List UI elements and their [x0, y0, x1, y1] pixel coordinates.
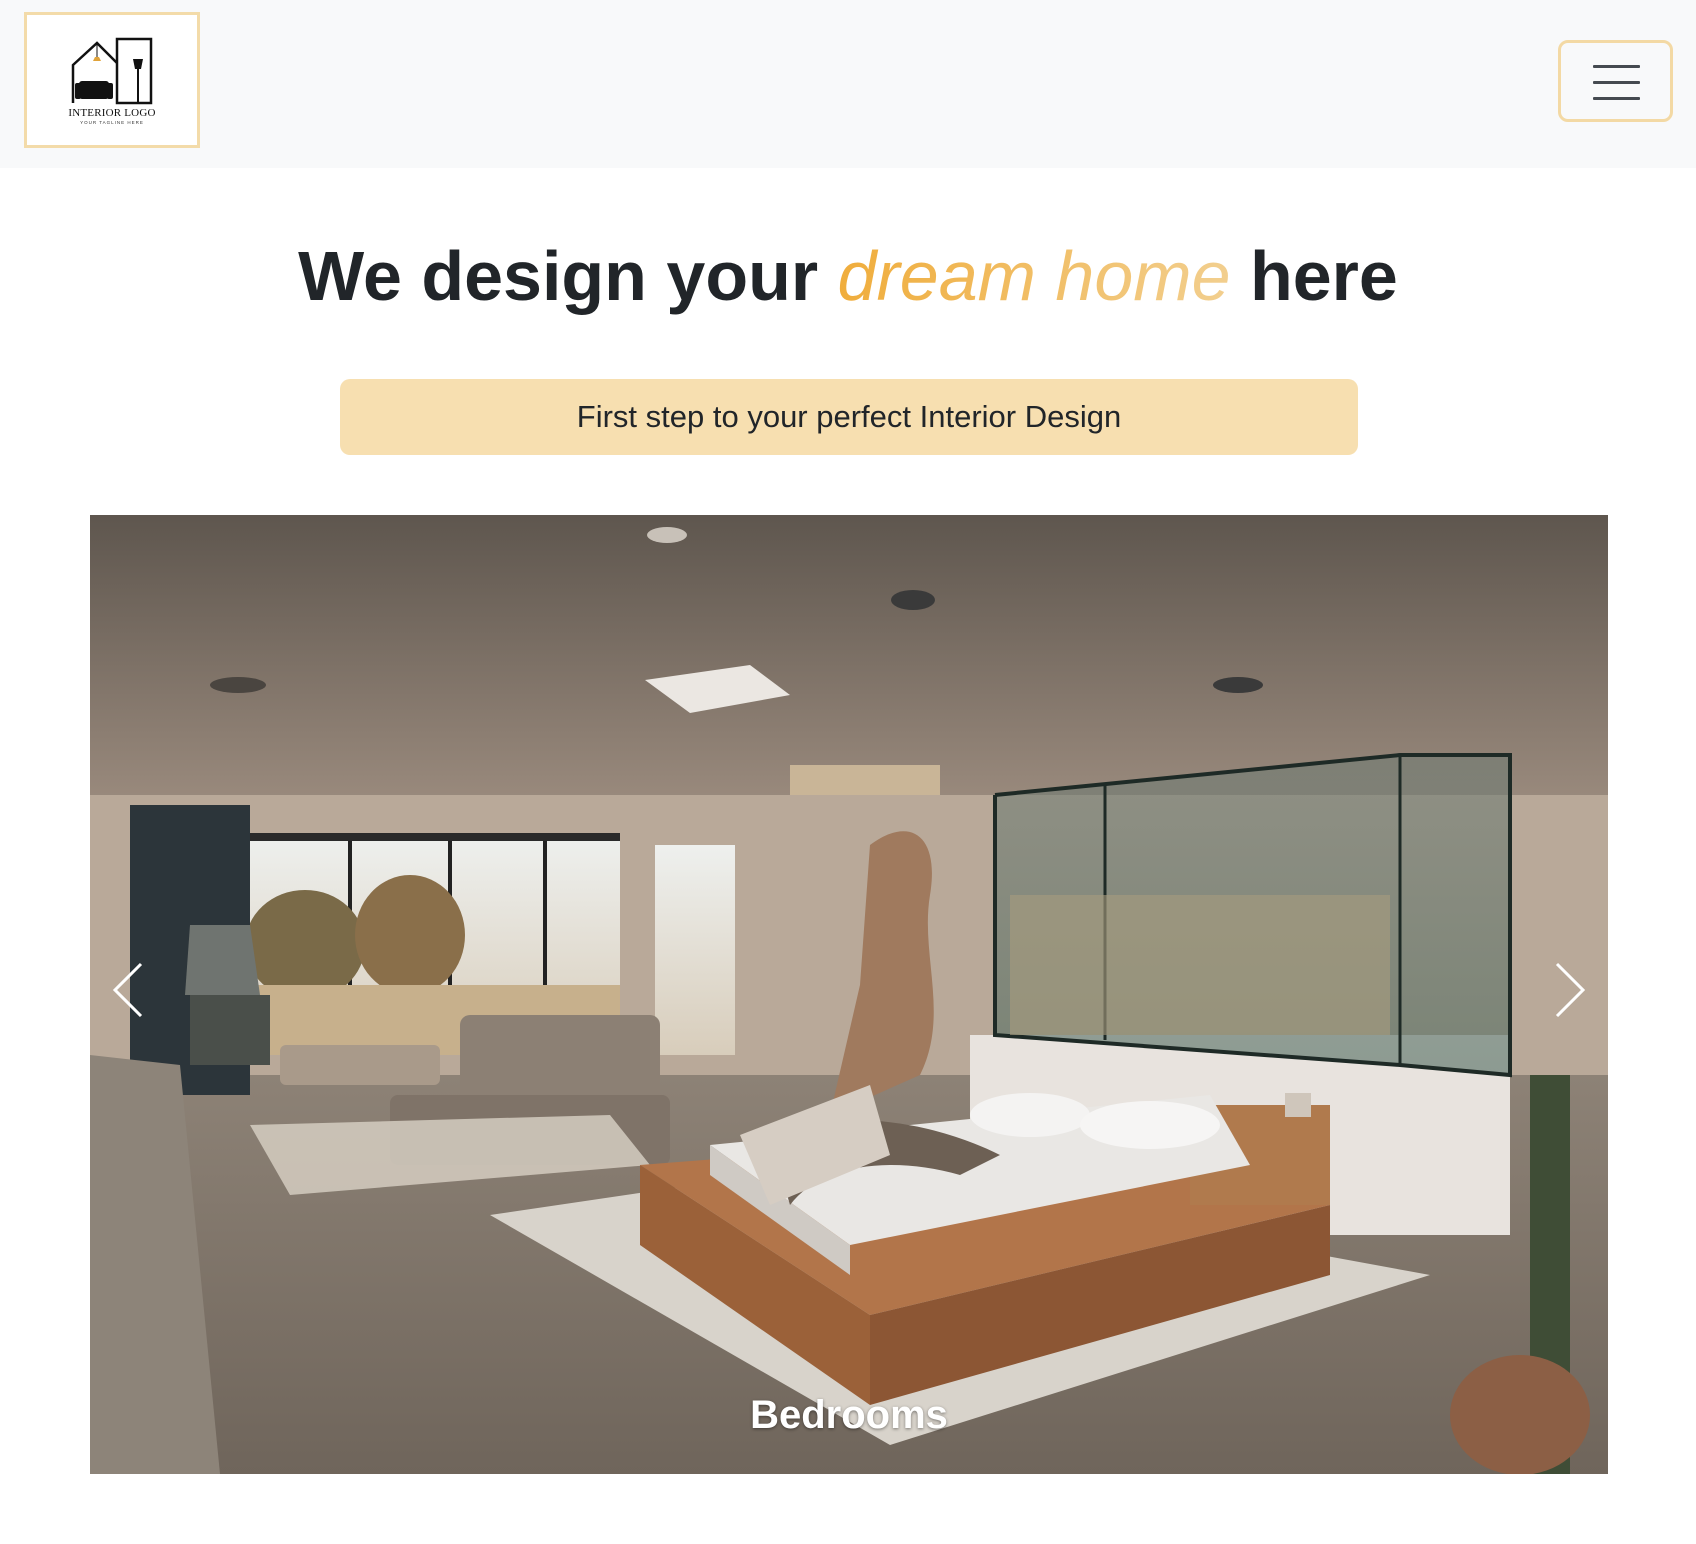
carousel-next-button[interactable]: [1540, 935, 1600, 1045]
hero-title-after: here: [1230, 237, 1398, 315]
house-furniture-icon: [71, 37, 153, 105]
bedroom-photo: [90, 515, 1608, 1474]
carousel-caption: Bedrooms: [750, 1393, 948, 1437]
hero-title: We design your dream home here: [0, 228, 1696, 324]
brand-logo[interactable]: INTERIOR LOGO YOUR TAGLINE HERE: [24, 12, 200, 148]
hero-title-accent: dream home: [837, 237, 1231, 315]
hero-title-before: We design your: [298, 237, 838, 315]
carousel-prev-button[interactable]: [98, 935, 158, 1045]
cta-banner: First step to your perfect Interior Desi…: [340, 379, 1358, 455]
chevron-left-icon: [112, 962, 143, 1018]
logo-title: INTERIOR LOGO: [68, 107, 156, 119]
hamburger-icon: [1593, 65, 1640, 68]
navbar: INTERIOR LOGO YOUR TAGLINE HERE: [0, 0, 1696, 168]
image-carousel: Bedrooms: [90, 515, 1608, 1474]
chevron-right-icon: [1555, 962, 1586, 1018]
logo-tagline: YOUR TAGLINE HERE: [80, 120, 144, 125]
navbar-toggler-button[interactable]: [1558, 40, 1673, 122]
